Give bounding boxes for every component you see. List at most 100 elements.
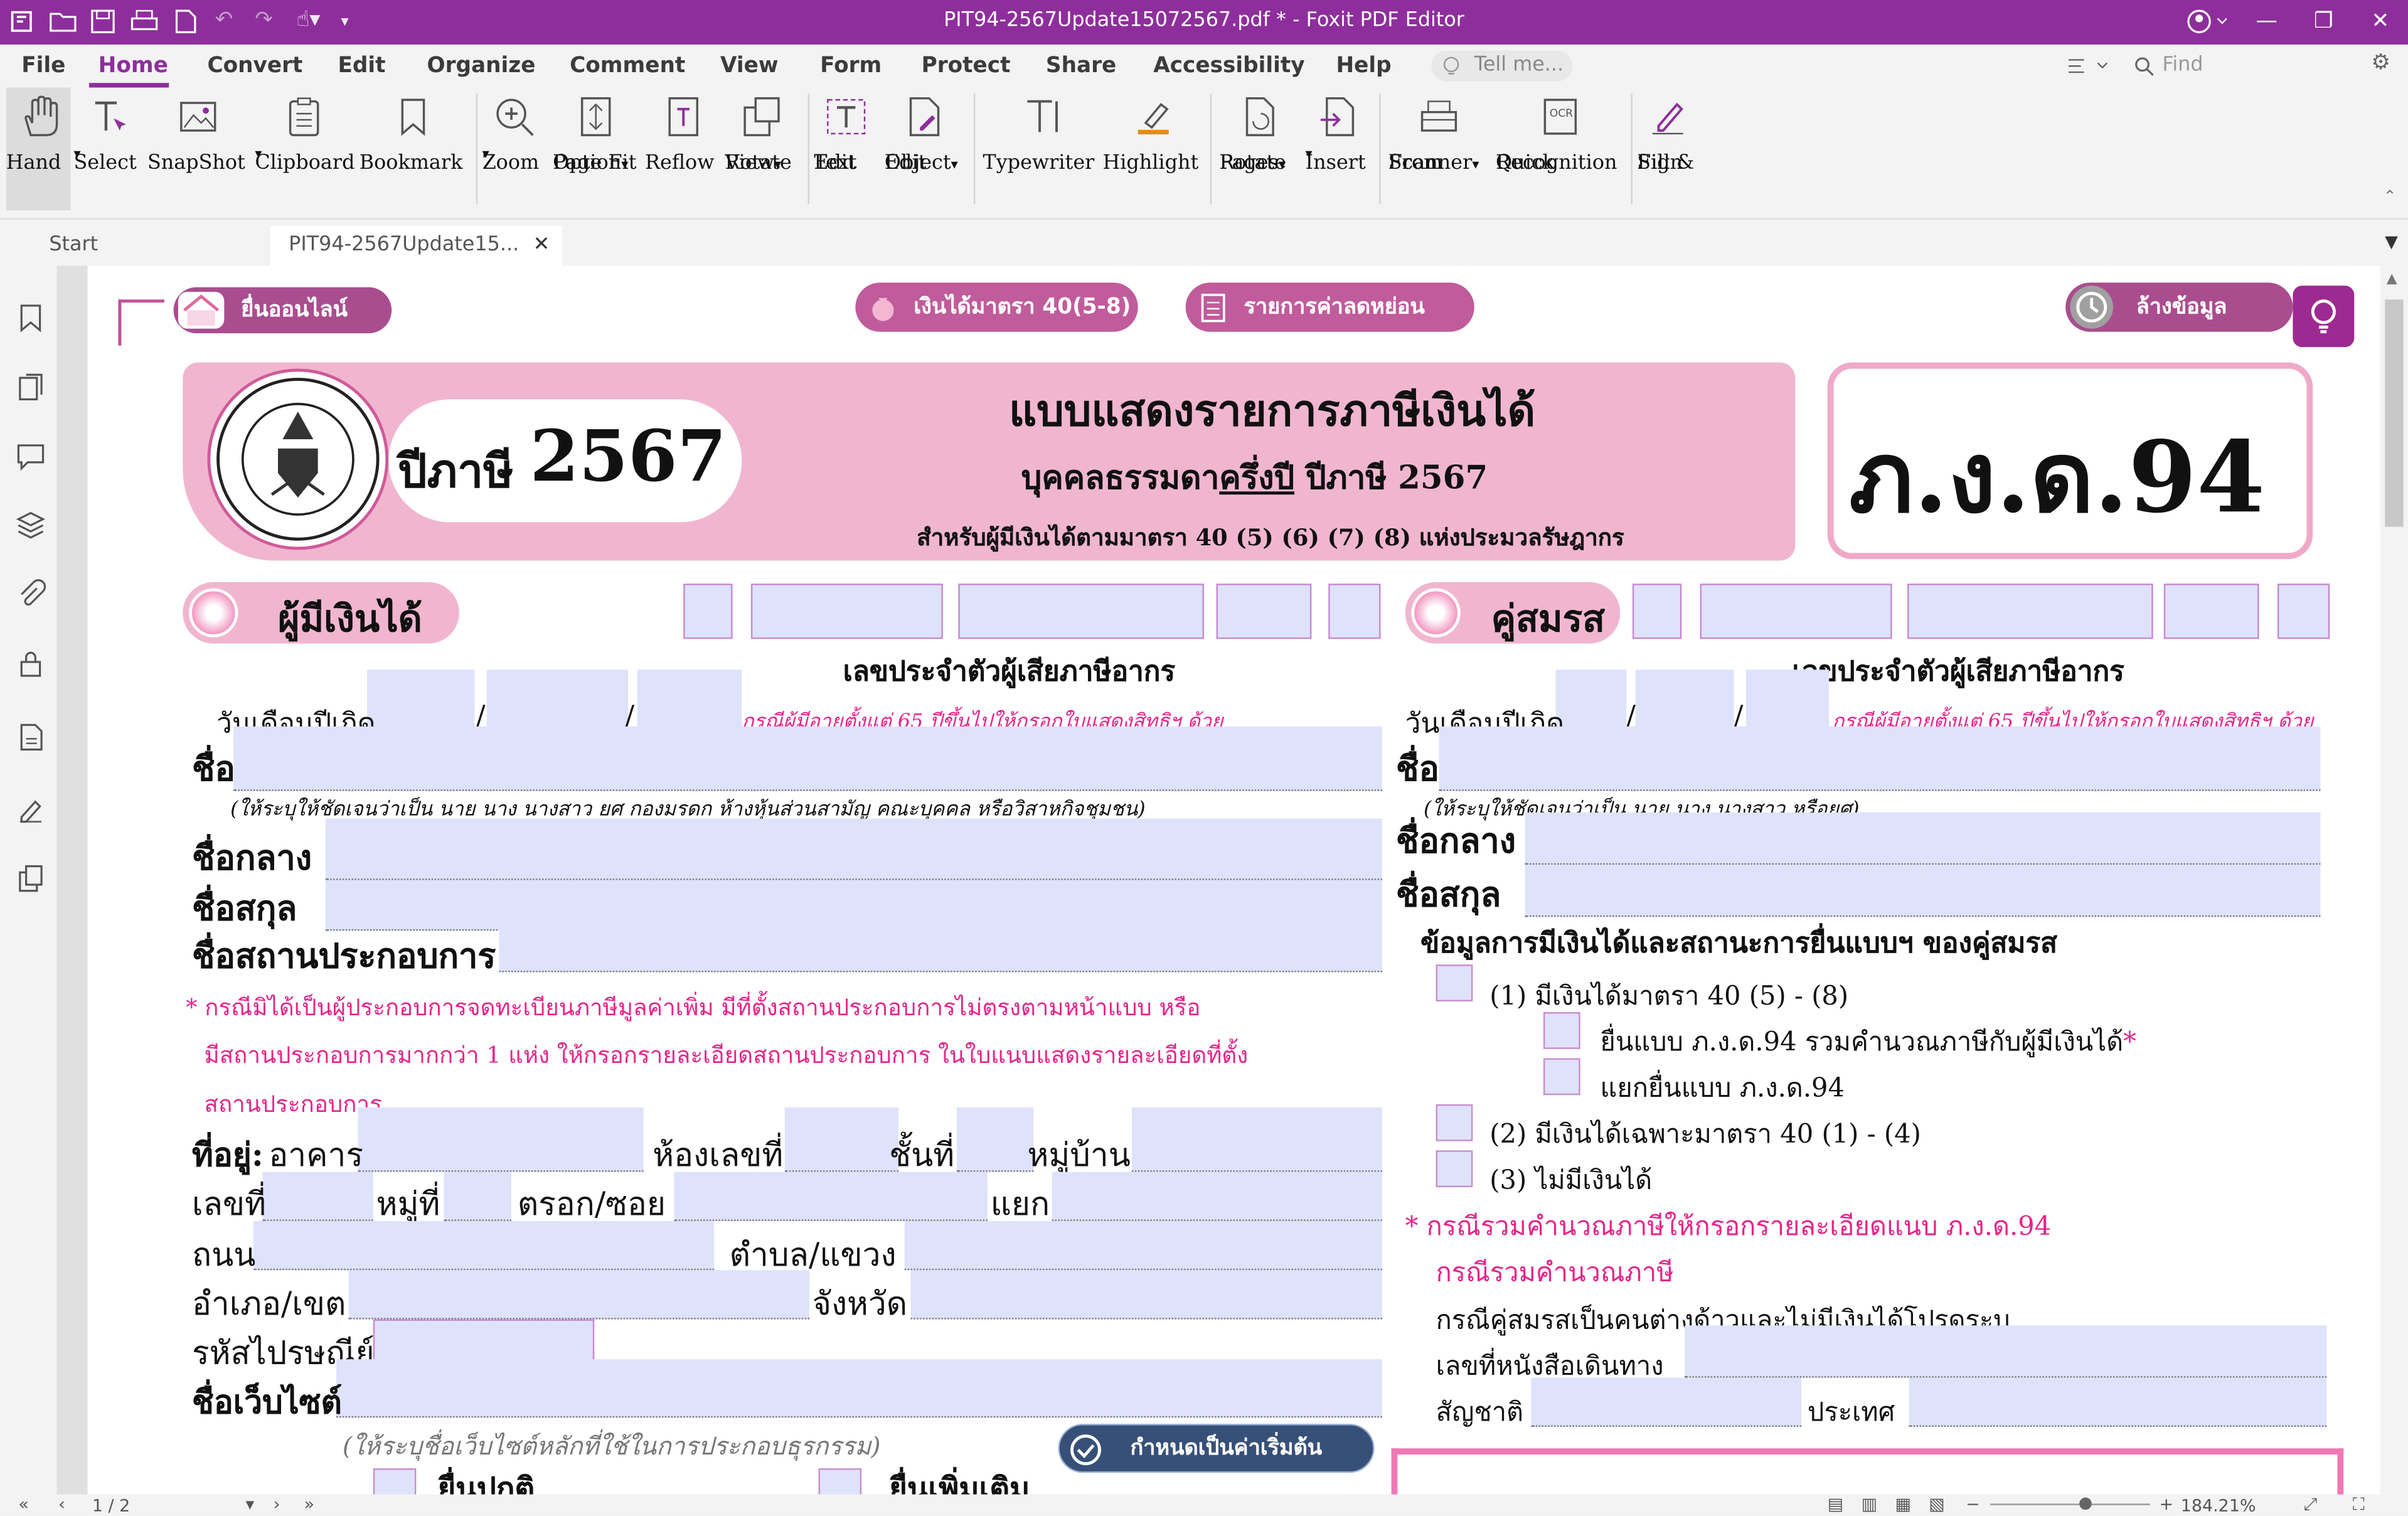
menu-file[interactable]: File <box>21 54 65 78</box>
prev-page-icon[interactable]: ‹ <box>58 1495 65 1515</box>
province-field[interactable] <box>910 1270 1382 1320</box>
district-field[interactable] <box>348 1270 809 1320</box>
snapshot-button[interactable]: SnapShot <box>147 88 249 211</box>
attachments-panel-icon[interactable] <box>15 579 46 610</box>
zoom-slider-thumb[interactable] <box>2079 1497 2092 1510</box>
spouse-middle-name-field[interactable] <box>1525 812 2321 865</box>
moo-field[interactable] <box>444 1172 512 1221</box>
menu-view[interactable]: View <box>720 54 779 78</box>
spouse-opt1-checkbox[interactable] <box>1436 964 1473 1001</box>
menu-help[interactable]: Help <box>1336 54 1391 78</box>
typewriter-button[interactable]: Typewriter <box>983 88 1103 211</box>
fit-page-icon[interactable]: ⤢ <box>2304 1495 2318 1516</box>
spouse-dob-year-field[interactable] <box>1746 670 1830 732</box>
zoom-button[interactable]: Zoom ▾ <box>482 88 547 211</box>
fullscreen-icon[interactable]: ⛶ <box>2353 1495 2365 1516</box>
quick-recognition-button[interactable]: OCR Quick Recognition <box>1496 88 1625 211</box>
dob-month-field[interactable] <box>486 670 629 732</box>
floor-field[interactable] <box>956 1107 1034 1172</box>
menu-share[interactable]: Share <box>1046 54 1116 78</box>
postcode-field[interactable] <box>373 1319 595 1366</box>
edit-text-button[interactable]: Edit Text <box>814 88 878 211</box>
close-window-button[interactable]: ✕ <box>2357 4 2403 38</box>
menu-protect[interactable]: Protect <box>922 54 1011 78</box>
find-input[interactable]: Find <box>2128 50 2344 82</box>
tin-digit-box[interactable] <box>1328 584 1381 639</box>
spouse-surname-field[interactable] <box>1525 865 2321 917</box>
village-field[interactable] <box>1131 1107 1382 1172</box>
spouse-tin-group-box[interactable] <box>1700 584 1892 639</box>
menu-home[interactable]: Home <box>99 54 168 78</box>
spouse-dob-month-field[interactable] <box>1635 670 1734 732</box>
content-panel-icon[interactable] <box>15 863 46 894</box>
first-page-icon[interactable]: « <box>18 1495 28 1515</box>
page-dropdown-icon[interactable]: ▾ <box>246 1495 255 1515</box>
spouse-tin-digit-box[interactable] <box>1632 584 1682 639</box>
facing-view-icon[interactable]: ▦ <box>1895 1495 1910 1515</box>
dob-year-field[interactable] <box>637 670 742 732</box>
cover-view-icon[interactable]: ▧ <box>1929 1495 1944 1515</box>
zoom-out-icon[interactable]: − <box>1966 1495 1980 1515</box>
tab-start[interactable]: Start <box>31 226 116 266</box>
zoom-in-icon[interactable]: + <box>2159 1495 2173 1515</box>
continuous-view-icon[interactable]: ▥ <box>1862 1495 1877 1515</box>
spouse-tin-group-box[interactable] <box>1907 584 2153 639</box>
from-scanner-button[interactable]: From Scanner▾ <box>1388 88 1490 211</box>
collapse-ribbon-icon[interactable]: ⌃ <box>2384 189 2397 206</box>
spouse-opt1a-checkbox[interactable] <box>1543 1012 1580 1049</box>
reflow-button[interactable]: Reflow <box>645 88 722 211</box>
tin-digit-box[interactable] <box>683 584 733 639</box>
page-fit-option-button[interactable]: Page Fit Option▾ <box>553 88 639 211</box>
single-page-view-icon[interactable]: ▤ <box>1828 1495 1843 1515</box>
file-normal-checkbox[interactable] <box>373 1468 417 1495</box>
subdistrict-field[interactable] <box>904 1220 1382 1271</box>
income-40-5-8-button[interactable]: เงินได้มาตรา 40(5-8) <box>855 282 1138 332</box>
spouse-dob-day-field[interactable] <box>1555 670 1627 732</box>
road-field[interactable] <box>253 1220 715 1271</box>
settings-icon[interactable]: ⚙ <box>2371 51 2390 75</box>
hand-tool-button[interactable]: Hand <box>6 87 71 211</box>
rotate-pages-button[interactable]: Rotate Pages▾ <box>1219 88 1299 211</box>
soi-field[interactable] <box>674 1172 988 1221</box>
scroll-up-icon[interactable]: ▲ <box>2387 272 2397 287</box>
fill-sign-button[interactable]: Fill & Sign <box>1637 88 1698 211</box>
comments-panel-icon[interactable] <box>15 440 46 471</box>
bookmark-button[interactable]: Bookmark <box>360 88 467 211</box>
zoom-level[interactable]: 184.21% <box>2181 1496 2256 1516</box>
menu-edit[interactable]: Edit <box>338 54 385 78</box>
zoom-slider[interactable] <box>1990 1503 2150 1505</box>
surname-field[interactable] <box>325 880 1382 931</box>
next-page-icon[interactable]: › <box>274 1495 280 1515</box>
spouse-tin-digit-box[interactable] <box>2277 584 2330 639</box>
dob-day-field[interactable] <box>367 670 475 732</box>
business-name-field[interactable] <box>499 926 1382 973</box>
security-panel-icon[interactable] <box>15 648 46 679</box>
spouse-opt3-checkbox[interactable] <box>1436 1150 1473 1188</box>
bookmarks-panel-icon[interactable] <box>15 302 46 333</box>
deductions-button[interactable]: รายการค่าลดหย่อน <box>1185 282 1474 332</box>
rotate-view-button[interactable]: Rotate View▾ <box>725 88 798 211</box>
tabs-menu-icon[interactable]: ▼ <box>2385 232 2398 252</box>
restore-button[interactable]: ❐ <box>2301 4 2347 38</box>
name-field[interactable] <box>233 726 1382 791</box>
room-field[interactable] <box>784 1107 898 1172</box>
layers-panel-icon[interactable] <box>15 510 46 541</box>
close-tab-icon[interactable]: ✕ <box>533 233 550 257</box>
building-field[interactable] <box>358 1107 644 1172</box>
menu-form[interactable]: Form <box>820 54 882 78</box>
pages-panel-icon[interactable] <box>15 371 46 402</box>
minimize-button[interactable]: — <box>2244 4 2289 38</box>
menu-convert[interactable]: Convert <box>207 54 302 78</box>
last-page-icon[interactable]: » <box>304 1495 314 1515</box>
spouse-opt2-checkbox[interactable] <box>1436 1104 1473 1141</box>
middle-name-field[interactable] <box>325 818 1382 880</box>
house-number-field[interactable] <box>262 1172 373 1221</box>
website-field[interactable] <box>336 1359 1382 1418</box>
spouse-name-field[interactable] <box>1439 726 2321 791</box>
find-options-icon[interactable] <box>2067 55 2111 77</box>
nationality-field[interactable] <box>1531 1377 1802 1427</box>
account-icon[interactable] <box>2187 9 2227 34</box>
yaek-field[interactable] <box>1052 1172 1382 1221</box>
menu-organize[interactable]: Organize <box>427 54 535 78</box>
highlight-button[interactable]: Highlight <box>1102 88 1204 211</box>
